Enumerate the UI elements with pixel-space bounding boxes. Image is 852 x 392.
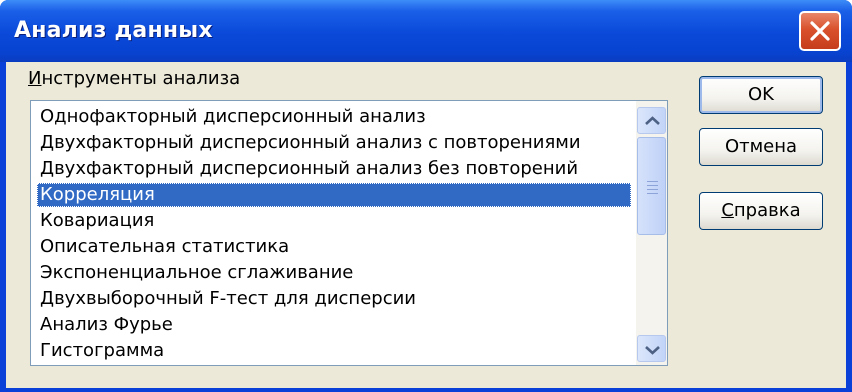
close-icon (810, 21, 830, 41)
list-item-selected[interactable]: Корреляция (37, 183, 631, 207)
scroll-down-button[interactable] (637, 335, 666, 362)
list-item[interactable]: Гистограмма (37, 339, 631, 363)
tools-label: Инструменты анализа (28, 68, 240, 89)
dialog-body: Инструменты анализа Однофакторный диспер… (6, 62, 846, 388)
tools-listbox[interactable]: Однофакторный дисперсионный анализ Двухф… (30, 100, 668, 366)
list-item[interactable]: Двухфакторный дисперсионный анализ без п… (37, 157, 631, 181)
thumb-grip (647, 181, 658, 182)
dialog-title: Анализ данных (14, 18, 213, 43)
thumb-grip (647, 185, 658, 186)
title-bar[interactable]: Анализ данных (0, 0, 852, 62)
thumb-grip (647, 189, 658, 190)
list-item[interactable]: Двухвыборочный F-тест для дисперсии (37, 287, 631, 311)
help-text: правка (733, 200, 801, 221)
tools-label-text: нструменты анализа (41, 68, 241, 89)
list-item[interactable]: Двухфакторный дисперсионный анализ с пов… (37, 131, 631, 155)
list-item[interactable]: Экспоненциальное сглаживание (37, 261, 631, 285)
dialog-window: Анализ данных Инструменты анализа Однофа… (0, 0, 852, 392)
list-item[interactable]: Однофакторный дисперсионный анализ (37, 105, 631, 129)
ok-button[interactable]: OK (699, 76, 823, 114)
chevron-down-icon (645, 346, 660, 355)
scroll-thumb[interactable] (637, 137, 666, 235)
list-item[interactable]: Описательная статистика (37, 235, 631, 259)
scroll-up-button[interactable] (637, 107, 666, 134)
vertical-scrollbar[interactable] (636, 101, 667, 365)
list-item[interactable]: Ковариация (37, 209, 631, 233)
thumb-grip (647, 193, 658, 194)
help-accelerator: С (721, 200, 734, 221)
help-button[interactable]: Справка (699, 192, 823, 230)
close-button[interactable] (799, 11, 841, 51)
cancel-button[interactable]: Отмена (699, 128, 823, 166)
chevron-up-icon (645, 116, 660, 125)
tools-label-accelerator: И (28, 68, 42, 89)
list-item[interactable]: Анализ Фурье (37, 313, 631, 337)
